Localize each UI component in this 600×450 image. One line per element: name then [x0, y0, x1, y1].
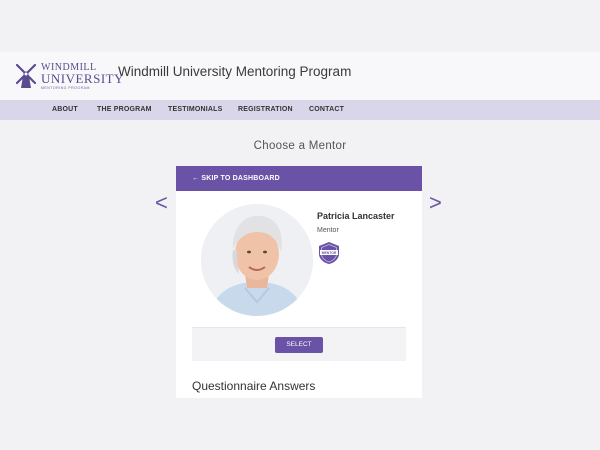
select-area: SELECT: [192, 327, 406, 361]
nav-item-registration[interactable]: REGISTRATION: [238, 106, 293, 113]
badge-text: MENTOR: [322, 251, 337, 255]
nav-item-contact[interactable]: CONTACT: [309, 106, 344, 113]
logo-text-subtitle: MENTORING PROGRAM: [41, 86, 90, 90]
prev-mentor-arrow[interactable]: <: [155, 190, 168, 216]
card-header: ← SKIP TO DASHBOARD: [176, 166, 422, 191]
mentor-badge-icon: MENTOR: [319, 242, 339, 264]
select-mentor-button[interactable]: SELECT: [275, 337, 323, 353]
questionnaire-answers-heading: Questionnaire Answers: [192, 379, 316, 393]
nav-item-the-program[interactable]: THE PROGRAM: [97, 106, 152, 113]
skip-to-dashboard-link[interactable]: ← SKIP TO DASHBOARD: [192, 175, 280, 182]
nav-item-testimonials[interactable]: TESTIMONIALS: [168, 106, 223, 113]
logo-text-university: UNIVERSITY: [41, 71, 124, 86]
choose-mentor-title: Choose a Mentor: [253, 140, 347, 152]
windmill-icon: [15, 63, 37, 88]
next-mentor-arrow[interactable]: >: [429, 190, 442, 216]
mentor-name: Patricia Lancaster: [317, 211, 395, 221]
mentor-role: Mentor: [317, 227, 339, 234]
main-nav: ABOUT THE PROGRAM TESTIMONIALS REGISTRAT…: [0, 100, 600, 120]
university-logo[interactable]: WINDMILL UNIVERSITY MENTORING PROGRAM: [14, 60, 124, 94]
mentor-card: ← SKIP TO DASHBOARD Patricia Lancaster M…: [176, 166, 422, 398]
mentor-photo: [201, 204, 313, 316]
nav-item-about[interactable]: ABOUT: [52, 106, 78, 113]
program-title: Windmill University Mentoring Program: [118, 64, 352, 79]
site-header: WINDMILL UNIVERSITY MENTORING PROGRAM Wi…: [0, 52, 600, 100]
